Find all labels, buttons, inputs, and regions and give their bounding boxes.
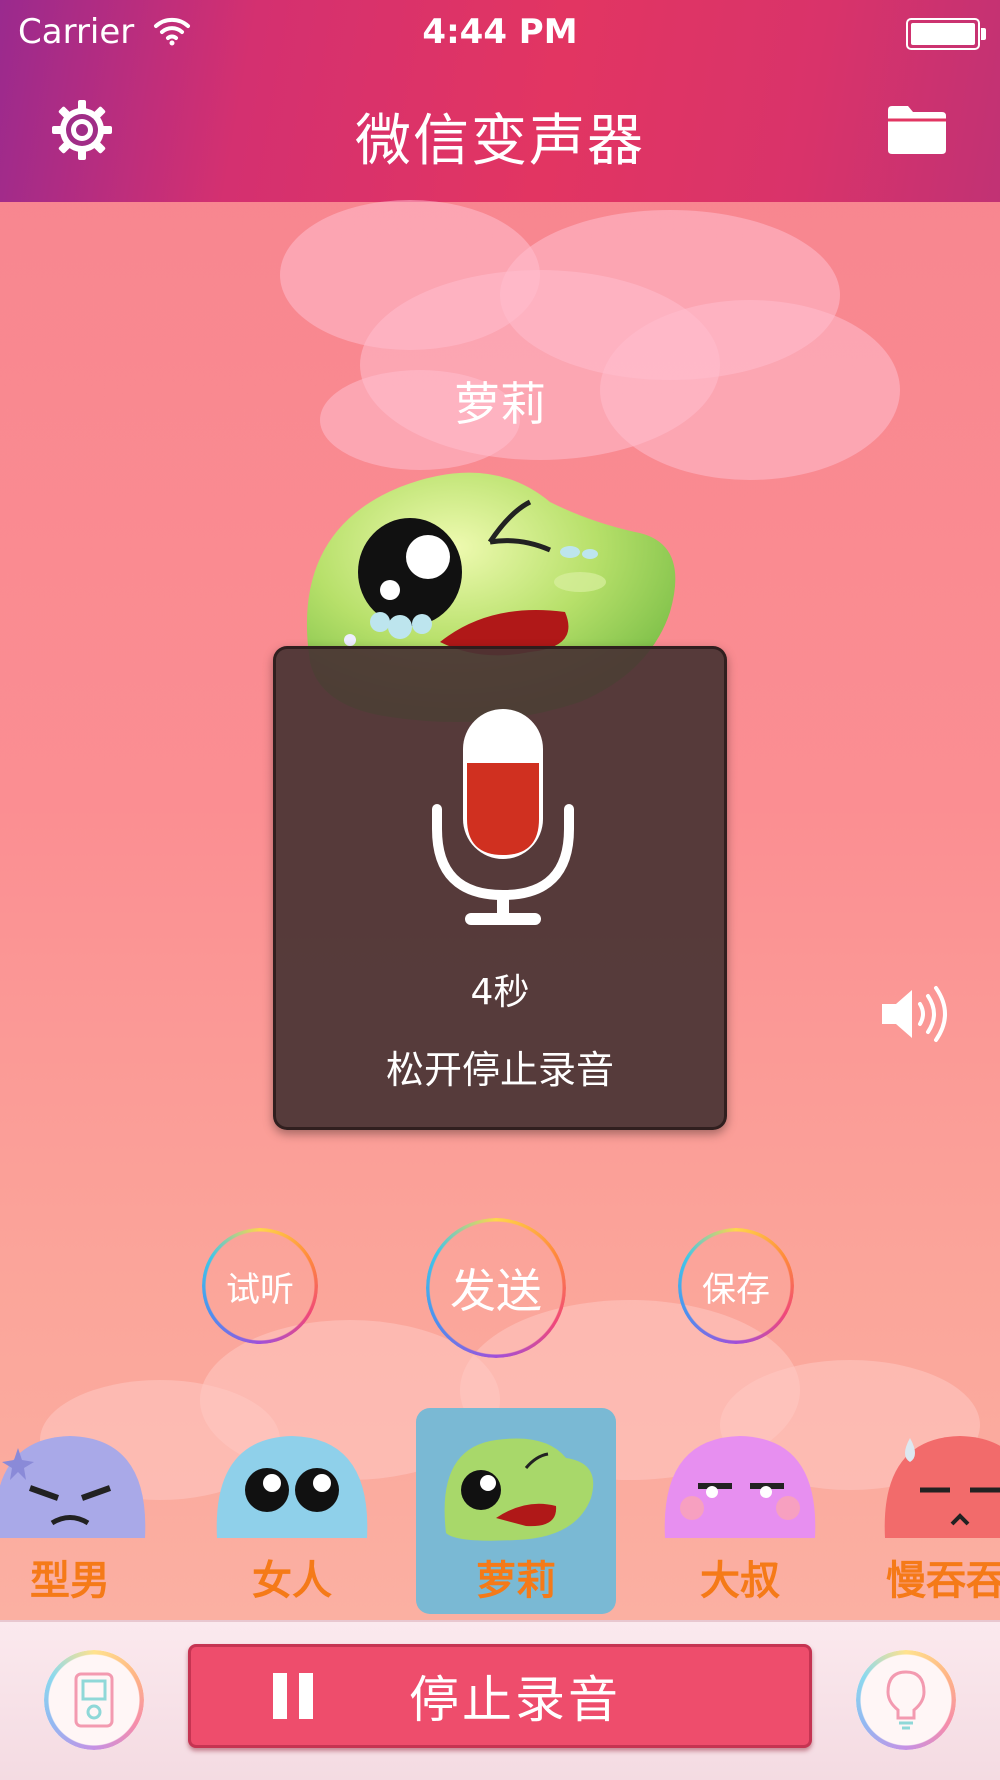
- player-device-icon: [74, 1672, 114, 1728]
- character-item-slow[interactable]: 慢吞吞: [860, 1408, 1000, 1614]
- loli-face-icon: [444, 1438, 594, 1541]
- stop-recording-button[interactable]: 停止录音: [188, 1644, 812, 1748]
- speaker-volume-icon[interactable]: [880, 982, 952, 1046]
- page-title: 微信变声器: [355, 109, 645, 174]
- folder-icon[interactable]: [886, 104, 948, 156]
- clock-label: 4:44 PM: [422, 12, 578, 52]
- stop-recording-label: 停止录音: [409, 1671, 621, 1729]
- save-label: 保存: [702, 1269, 770, 1310]
- current-voice-name: 萝莉: [454, 377, 546, 431]
- lightbulb-button[interactable]: [856, 1650, 956, 1750]
- character-item-uncle[interactable]: 大叔: [640, 1408, 840, 1614]
- character-label: 萝莉: [476, 1558, 556, 1604]
- character-item-loli[interactable]: 萝莉: [416, 1408, 616, 1614]
- audition-button[interactable]: 试听: [202, 1228, 318, 1344]
- character-item-woman[interactable]: 女人: [192, 1408, 392, 1614]
- pause-icon: [273, 1673, 313, 1719]
- woman-face-icon: [216, 1436, 368, 1538]
- slow-face-icon: [884, 1436, 1000, 1538]
- character-item-handsome-man[interactable]: 型男: [0, 1408, 170, 1614]
- microphone-icon: [432, 709, 574, 925]
- recording-hud: 4秒 松开停止录音: [273, 646, 727, 1130]
- send-button[interactable]: 发送: [426, 1218, 566, 1358]
- release-to-stop-hint: 松开停止录音: [385, 1048, 614, 1092]
- voice-character-strip: 型男 女人 萝莉 大叔 慢吞吞: [0, 1408, 1000, 1614]
- navigation-bar: Carrier 4:44 PM 微信变声器: [0, 0, 1000, 202]
- save-button[interactable]: 保存: [678, 1228, 794, 1344]
- character-label: 慢吞吞: [886, 1558, 1000, 1604]
- bottom-toolbar: 停止录音: [0, 1620, 1000, 1780]
- character-label: 女人: [252, 1558, 332, 1604]
- lightbulb-icon: [886, 1670, 926, 1730]
- player-device-button[interactable]: [44, 1650, 144, 1750]
- character-label: 大叔: [700, 1558, 780, 1604]
- uncle-face-icon: [664, 1436, 816, 1538]
- battery-icon: [906, 18, 986, 50]
- recording-seconds: 4秒: [470, 972, 530, 1013]
- send-label: 发送: [450, 1264, 542, 1318]
- handsome-man-face-icon: [0, 1436, 146, 1538]
- audition-label: 试听: [226, 1269, 294, 1310]
- character-label: 型男: [30, 1558, 110, 1604]
